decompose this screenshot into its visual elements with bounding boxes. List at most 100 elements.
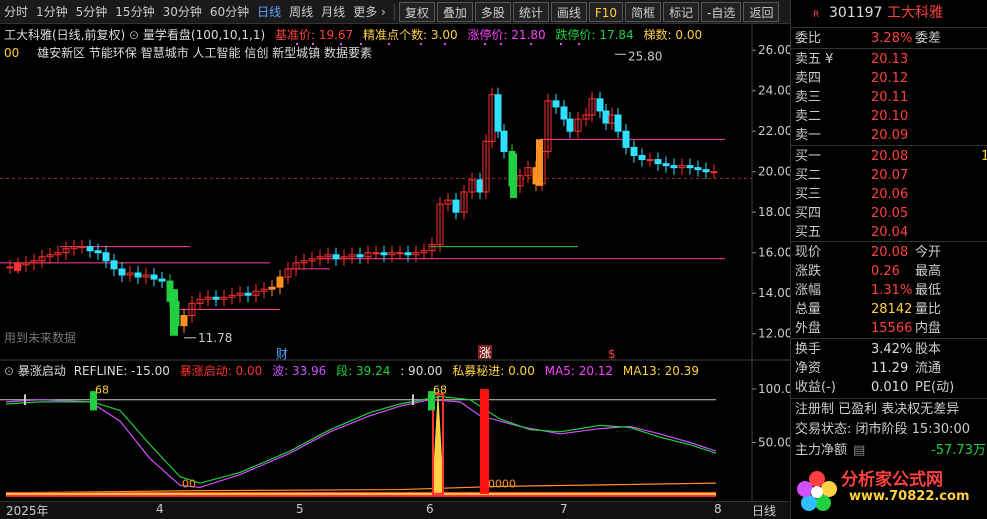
indicator-info-line: ⊙ 暴涨启动 REFLINE: -15.00 暴涨启动: 0.00 波: 33.… bbox=[4, 362, 699, 379]
white-tick bbox=[24, 394, 26, 406]
main-net-row: 主力净额 ▤ -57.73万 bbox=[795, 441, 986, 460]
divider bbox=[791, 27, 987, 28]
indicator-dropdown-icon[interactable]: ⊙ bbox=[4, 364, 18, 378]
kline-chart[interactable]: 26.00 24.00 22.00 20.00 18.00 16.00 14.00 12.00… bbox=[0, 24, 790, 501]
stat-label2: 今开 bbox=[915, 245, 942, 260]
ask-row: 卖四 20.12 bbox=[791, 69, 987, 88]
toolbar-button-9[interactable]: 返回 bbox=[743, 1, 780, 22]
stock-code: 301197 bbox=[829, 5, 883, 21]
bid-row: 买二 20.07 bbox=[791, 166, 987, 185]
y-tick-label: 14.00 bbox=[758, 286, 790, 300]
stat2-label2: 股本 bbox=[915, 342, 942, 357]
stat-label2: 内盘 bbox=[915, 321, 942, 336]
period-tab-1[interactable]: 1分钟 bbox=[32, 1, 72, 23]
ask-label: 卖四 bbox=[795, 71, 822, 86]
top-dot bbox=[560, 43, 562, 45]
candle-body bbox=[452, 199, 460, 213]
candle-body bbox=[654, 159, 662, 165]
period-tab-5[interactable]: 60分钟 bbox=[206, 1, 253, 23]
period-tab-8[interactable]: 月线 bbox=[317, 1, 349, 23]
candle-body bbox=[500, 130, 508, 152]
period-tab-7[interactable]: 周线 bbox=[285, 1, 317, 23]
toolbar-button-3[interactable]: 统计 bbox=[512, 1, 549, 22]
candle-body bbox=[118, 268, 126, 276]
ask-price: 20.09 bbox=[871, 128, 909, 143]
candle-body bbox=[78, 246, 86, 249]
toolbar-button-4[interactable]: 画线 bbox=[550, 1, 587, 22]
candle-body bbox=[670, 165, 678, 169]
x-label-aug: 8 bbox=[714, 502, 722, 516]
y-tick-label: 12.00 bbox=[758, 327, 790, 341]
ask-row: 卖一 20.09 bbox=[791, 126, 987, 145]
ad-banner[interactable]: 分析家公式网 www.70822.com bbox=[791, 461, 987, 519]
stat2-row: 净资 11.29 流通 bbox=[791, 359, 987, 378]
period-toolbar: 分时 1分钟 5分钟 15分钟 30分钟 60分钟 日线 周线 月线 更多 › 复权 叠加 多股 统计 画线… bbox=[0, 0, 790, 24]
candle-body bbox=[276, 276, 284, 288]
period-tab-3[interactable]: 15分钟 bbox=[111, 1, 158, 23]
candle-body bbox=[566, 118, 574, 132]
candle-body bbox=[396, 252, 404, 255]
tags-row: 注册制 已盈利 表决权无差异 bbox=[795, 402, 960, 417]
low-label-ind: 0000 bbox=[488, 477, 516, 490]
indicator-name[interactable]: 量学看盘(100,10,1,1) bbox=[143, 28, 265, 42]
toolbar-button-2[interactable]: 多股 bbox=[474, 1, 511, 22]
candle-body bbox=[404, 252, 412, 256]
stat2-label2: 流通 bbox=[915, 361, 942, 376]
stat-label: 涨跌 bbox=[795, 264, 822, 279]
top-dot bbox=[578, 43, 580, 45]
stat2-value: 11.29 bbox=[871, 361, 909, 376]
ask-row: 卖三 20.11 bbox=[791, 88, 987, 107]
period-tab-9[interactable]: 更多 › bbox=[349, 1, 390, 23]
candle-body bbox=[102, 252, 110, 262]
refline-label: REFLINE: -15.00 bbox=[73, 364, 170, 378]
watermark: 用到未来数据 bbox=[4, 330, 76, 345]
bid-row: 买一 20.08 1 bbox=[791, 147, 987, 166]
bid-price: 20.08 bbox=[871, 149, 909, 164]
divider bbox=[791, 241, 987, 242]
stat2-label: 换手 bbox=[795, 342, 822, 357]
qd-label: 暴涨启动: 0.00 bbox=[179, 364, 263, 378]
indicator-title[interactable]: 暴涨启动 bbox=[18, 364, 66, 378]
smy-label: 私募秘进: 0.00 bbox=[452, 364, 535, 378]
divider bbox=[791, 48, 987, 49]
candle-body bbox=[662, 163, 670, 167]
toolbar-button-0[interactable]: 复权 bbox=[398, 1, 435, 22]
period-tab-2[interactable]: 5分钟 bbox=[72, 1, 112, 23]
candle-body bbox=[638, 155, 646, 161]
top-dot bbox=[484, 43, 486, 45]
period-tab-4[interactable]: 30分钟 bbox=[159, 1, 206, 23]
toolbar-button-1[interactable]: 叠加 bbox=[436, 1, 473, 22]
ad-title: 分析家公式网 bbox=[841, 470, 943, 490]
toolbar-button-7[interactable]: 标记 bbox=[663, 1, 700, 22]
candle-body bbox=[702, 169, 710, 173]
period-label[interactable]: 日线 bbox=[752, 502, 776, 519]
period-tab-6[interactable]: 日线 bbox=[253, 1, 285, 23]
candle-body bbox=[356, 254, 364, 258]
ask-label: 卖三 bbox=[795, 90, 822, 105]
stat-label: 现价 bbox=[795, 245, 822, 260]
x-label-year: 2025年 bbox=[6, 504, 49, 518]
white-tick bbox=[412, 394, 414, 406]
candle-body bbox=[614, 114, 622, 132]
stock-name: 工大科雅 bbox=[887, 5, 943, 21]
period-tab-0[interactable]: 分时 bbox=[0, 1, 32, 23]
list-icon[interactable]: ▤ bbox=[853, 441, 865, 460]
bid-vol: 1 bbox=[981, 149, 987, 164]
toolbar-button-8[interactable]: -自选 bbox=[701, 1, 742, 22]
ad-url: www.70822.com bbox=[849, 489, 970, 504]
stat2-label2: PE(动) bbox=[915, 380, 955, 395]
candle-body bbox=[372, 252, 380, 255]
toolbar-button-5[interactable]: F10 bbox=[588, 1, 624, 22]
dropdown-icon[interactable]: ⊙ bbox=[129, 28, 143, 42]
ask-label: 卖二 bbox=[795, 109, 822, 124]
chart-area[interactable]: 26.00 24.00 22.00 20.00 18.00 16.00 14.00 12.00… bbox=[0, 24, 790, 501]
toolbar-button-6[interactable]: 简框 bbox=[625, 1, 662, 22]
zt-label: 涨停价: 21.80 bbox=[467, 28, 546, 42]
concept-line: 00 雄安新区 节能环保 智慧城市 人工智能 信创 新型城镇 数据要素 bbox=[4, 44, 372, 61]
candle-body bbox=[244, 292, 252, 296]
top-dot bbox=[420, 43, 422, 45]
candle-body bbox=[560, 106, 568, 120]
peak-label: 68 bbox=[95, 383, 109, 396]
chart-title: 工大科雅(日线,前复权) bbox=[4, 28, 126, 42]
stat2-label: 收益(-) bbox=[795, 380, 836, 395]
